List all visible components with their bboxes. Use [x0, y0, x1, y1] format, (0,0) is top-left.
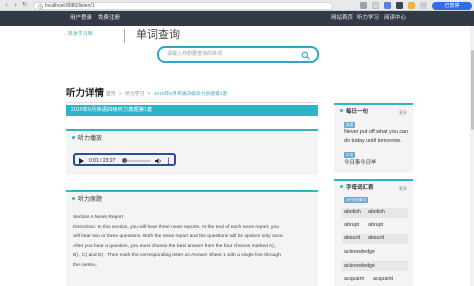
header-divider [124, 29, 125, 43]
vocab-word[interactable]: acknowledge [344, 263, 375, 270]
vocab-word[interactable]: abolish [368, 209, 385, 216]
listen-section: 听力播放 [66, 129, 318, 175]
extension-icon[interactable] [408, 2, 415, 9]
search-icon[interactable] [301, 51, 310, 60]
paused-button[interactable]: 已暂停 [432, 1, 472, 10]
site-logo[interactable]: 英语学习网 [68, 31, 93, 37]
banner-text: 2019年6月英语四级听力真题第1套 [71, 107, 153, 114]
top-navbar: 用户登录 免费注册 网站首页 听力学习 阅读中心 [0, 11, 474, 26]
vocab-word[interactable]: absurd [368, 235, 384, 242]
bullet-icon [72, 197, 75, 200]
extension-icon[interactable] [396, 2, 403, 9]
profile-icon[interactable] [420, 2, 427, 9]
reload-icon[interactable]: ↻ [21, 2, 28, 9]
page-scrollbar[interactable] [470, 26, 474, 286]
extension-icon[interactable] [384, 2, 391, 9]
breadcrumb-separator: > [118, 92, 122, 97]
daily-quote-more-link[interactable]: 更多 [399, 110, 407, 115]
quote-chinese: 今日事今日毕 [344, 160, 377, 166]
page-title: 听力详情 [66, 88, 105, 99]
vocab-title: 字母词汇表 [340, 185, 374, 192]
breadcrumb-current: 2019年6月英语四级听力真题第1套 [153, 92, 228, 97]
browser-toolbar: ‹ › ↻ localhost:8080/listen/1 已暂停 [0, 0, 474, 11]
address-bar[interactable]: localhost:8080/listen/1 [33, 1, 333, 10]
daily-quote-title: 每日一句 [340, 109, 368, 116]
transcript-line: will hear two or three questions. Both t… [73, 234, 284, 240]
breadcrumb-home[interactable]: 首页 [106, 92, 116, 97]
transcript-line: the centre。 [73, 262, 100, 268]
breadcrumb-separator: > [147, 92, 151, 97]
transcript-line: Directions: In this section, you will he… [73, 224, 279, 230]
heading-divider [66, 102, 318, 103]
bullet-icon [72, 136, 75, 139]
transcript-line: B) , C) and D) . Then mark the correspon… [73, 253, 281, 259]
volume-icon[interactable] [155, 157, 162, 164]
search-box[interactable]: 请输入你想要查询的单词 [157, 46, 319, 63]
vocab-word[interactable]: abrupt [368, 222, 383, 229]
quote-english: Never put off what you can do today unti… [344, 129, 409, 144]
nav-reading-link[interactable]: 阅读中心 [384, 15, 406, 22]
audio-progress-handle[interactable] [122, 158, 127, 163]
audio-progress-track[interactable] [123, 159, 151, 162]
transcript-line: Section A News Report [73, 215, 124, 220]
bullet-icon [340, 109, 343, 112]
vocab-word[interactable]: absurd [344, 235, 360, 242]
breadcrumb: 首页 > 听力学习 > 2019年6月英语四级听力真题第1套 [106, 92, 229, 98]
vocab-word[interactable]: acknowledge [344, 249, 375, 256]
register-link[interactable]: 免费注册 [98, 15, 120, 22]
bullet-icon [340, 185, 343, 188]
info-icon[interactable] [38, 3, 43, 9]
more-options-icon[interactable] [167, 157, 170, 164]
dictionary-title: 单词查询 [136, 29, 180, 41]
url-text: localhost:8080/listen/1 [45, 3, 95, 9]
audio-time: 0:01 / 23:27 [89, 157, 116, 164]
nav-listening-link[interactable]: 听力学习 [357, 15, 379, 22]
extension-icon[interactable] [372, 2, 379, 9]
breadcrumb-listening[interactable]: 听力学习 [125, 92, 144, 97]
transcript-section-heading: 听力原题 [72, 196, 102, 204]
vocab-word[interactable]: abrupt [344, 222, 359, 229]
search-input[interactable]: 请输入你想要查询的单词 [167, 51, 222, 58]
listen-section-heading: 听力播放 [72, 135, 102, 143]
extension-icon[interactable] [360, 2, 367, 9]
play-icon[interactable] [79, 157, 84, 164]
login-link[interactable]: 用户登录 [70, 15, 92, 22]
letter-a-tag: a开头的单词 [344, 197, 368, 203]
test-title-banner: 2019年6月英语四级听力真题第1套 [66, 105, 318, 116]
forward-arrow-icon[interactable]: › [12, 2, 19, 9]
transcript-text: Section A News Report Directions: In thi… [73, 213, 309, 271]
back-arrow-icon[interactable]: ‹ [3, 2, 10, 9]
vocab-word[interactable]: abolish [344, 209, 361, 216]
scrollbar-thumb[interactable] [470, 50, 474, 130]
audio-player[interactable]: 0:01 / 23:27 [73, 153, 176, 166]
vocab-more-link[interactable]: 更多 [399, 186, 407, 191]
vocab-word[interactable]: acquaint [373, 276, 393, 283]
chinese-tag: 中文 [344, 152, 356, 158]
nav-home-link[interactable]: 网站首页 [331, 15, 353, 22]
transcript-line: After you hear a question, you must choo… [73, 243, 277, 249]
vocab-word[interactable]: acquaint [344, 276, 364, 283]
